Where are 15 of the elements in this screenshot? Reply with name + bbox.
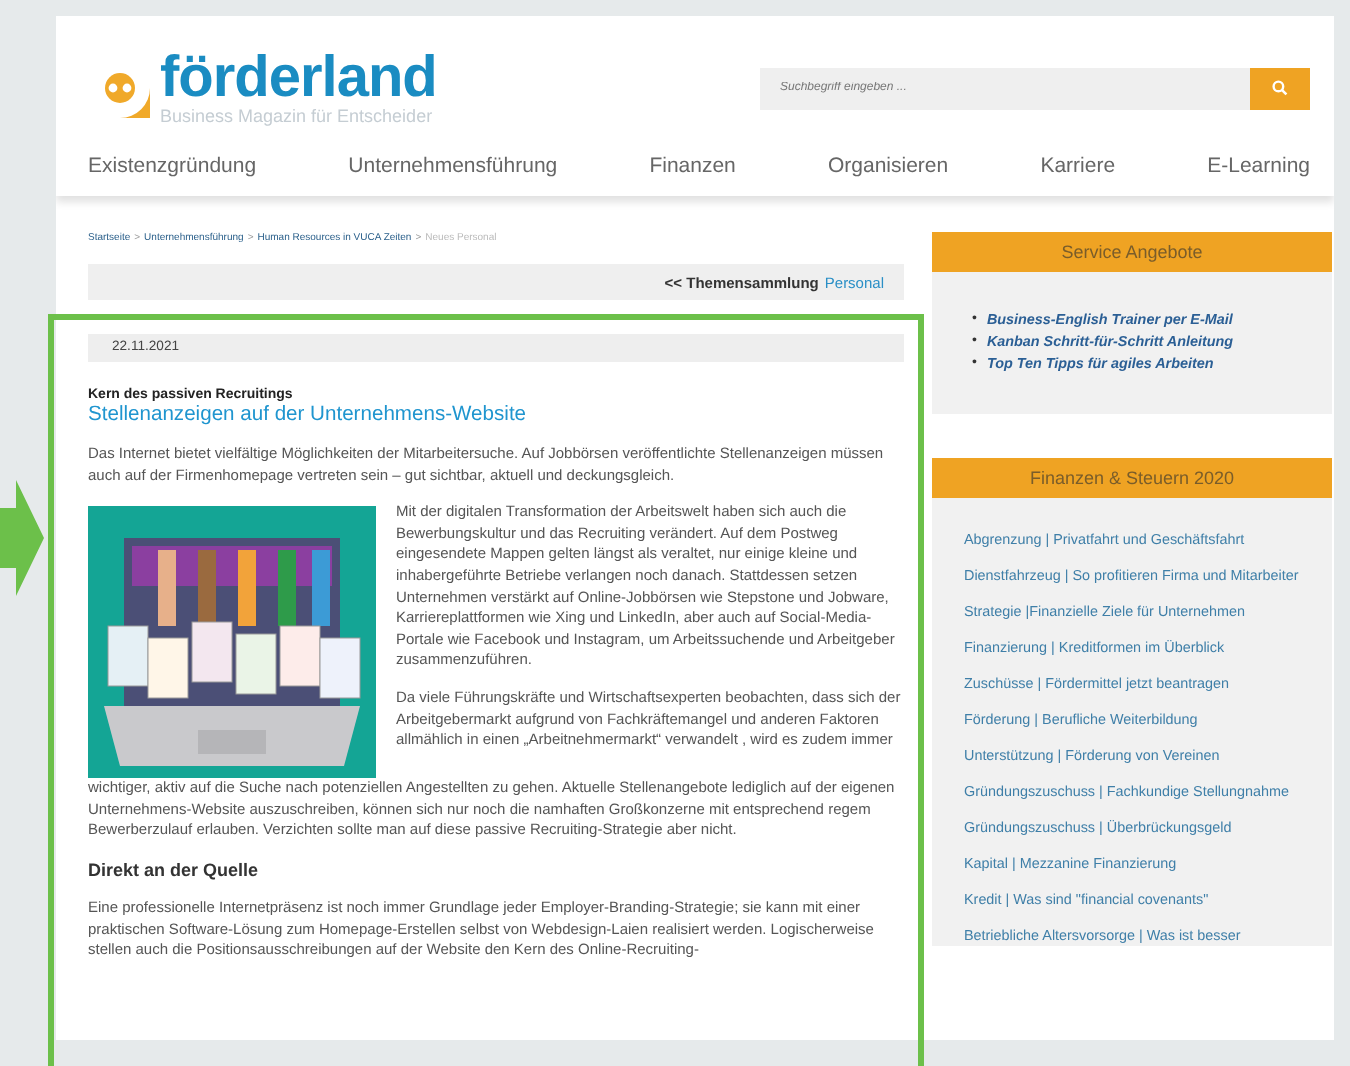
- sidebar-heading: Finanzen & Steuern 2020: [932, 458, 1332, 498]
- arrow-icon: [0, 480, 44, 596]
- logo-tagline: Business Magazin für Entscheider: [160, 106, 435, 126]
- nav-link[interactable]: E-Learning: [1207, 154, 1310, 178]
- search-button[interactable]: [1250, 67, 1310, 109]
- article-subheading: Direkt an der Quelle: [88, 859, 261, 882]
- article-title: Stellenanzeigen auf der Unternehmens-Website: [88, 404, 529, 428]
- search-icon: [1272, 80, 1288, 96]
- sidebar-heading: Service Angebote: [932, 232, 1332, 272]
- nav-link[interactable]: Unternehmensführung: [348, 154, 558, 178]
- nav-link[interactable]: Karriere: [1040, 154, 1116, 178]
- logo-wordmark: förderland: [160, 50, 437, 106]
- nav-link[interactable]: Existenzgründung: [88, 154, 257, 178]
- nav-link[interactable]: Organisieren: [827, 154, 949, 178]
- nav-link[interactable]: Finanzen: [649, 154, 736, 178]
